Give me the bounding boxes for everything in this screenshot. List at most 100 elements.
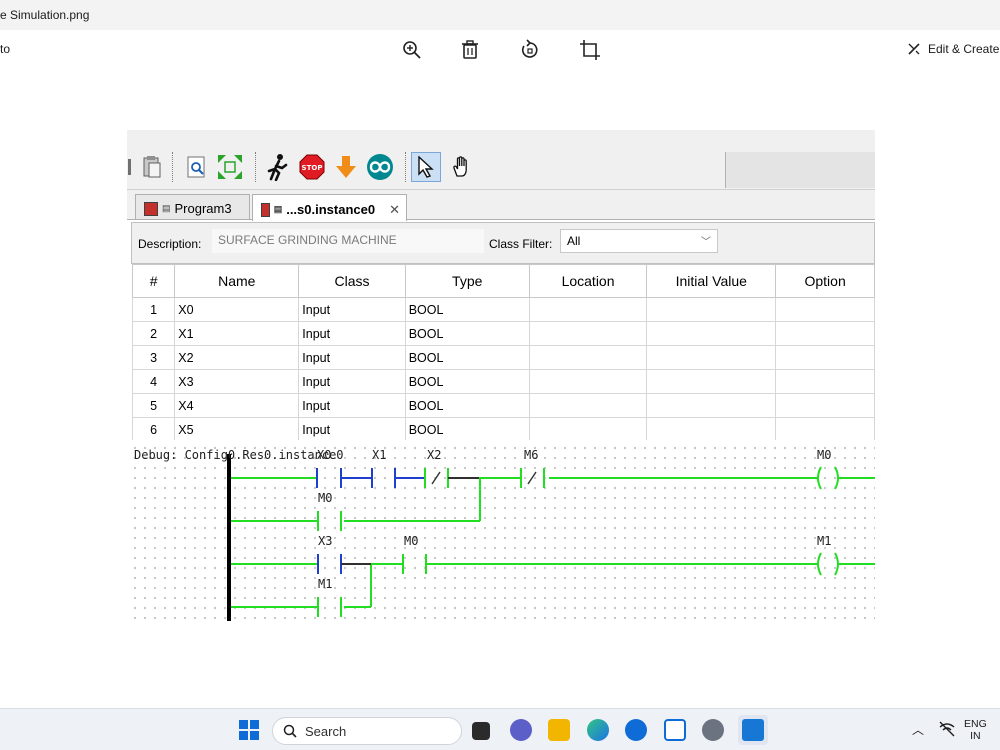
var-initial-value[interactable]: [646, 417, 777, 442]
tab-instance0[interactable]: ▤ ...s0.instance0 ✕: [252, 194, 407, 221]
ide-toolbar: STOP: [127, 130, 875, 190]
rotate-icon[interactable]: [518, 38, 542, 62]
var-type[interactable]: BOOL: [404, 297, 530, 322]
table-row[interactable]: 1 X0 Input BOOL: [131, 297, 875, 322]
var-option[interactable]: [775, 417, 875, 442]
windows-start-icon[interactable]: [239, 720, 259, 745]
label-m6: M6: [524, 448, 538, 462]
var-option[interactable]: [775, 345, 875, 370]
row-number: 1: [131, 297, 176, 322]
var-class[interactable]: Input: [298, 321, 406, 346]
zoom-in-icon[interactable]: [400, 38, 424, 62]
hand-tool-icon[interactable]: [447, 152, 477, 182]
var-name[interactable]: X3: [174, 369, 300, 394]
table-row[interactable]: 3 X2 Input BOOL: [131, 345, 875, 370]
column-header[interactable]: Type: [404, 264, 530, 298]
label-m1-seal: M1: [318, 577, 332, 591]
fullscreen-icon[interactable]: [215, 152, 245, 182]
var-name[interactable]: X4: [174, 393, 300, 418]
var-class[interactable]: Input: [298, 345, 406, 370]
var-initial-value[interactable]: [646, 369, 777, 394]
task-view-icon[interactable]: [472, 722, 490, 740]
var-initial-value[interactable]: [646, 345, 777, 370]
var-initial-value[interactable]: [646, 297, 777, 322]
file-explorer-icon[interactable]: [548, 719, 570, 741]
var-location[interactable]: [528, 393, 648, 418]
var-location[interactable]: [528, 369, 648, 394]
table-row[interactable]: 2 X1 Input BOOL: [131, 321, 875, 346]
teams-chat-icon[interactable]: [510, 719, 532, 741]
table-row[interactable]: 6 X5 Input BOOL: [131, 417, 875, 442]
coil-m1[interactable]: [817, 552, 839, 576]
var-initial-value[interactable]: [646, 321, 777, 346]
var-initial-value[interactable]: [646, 393, 777, 418]
var-type[interactable]: BOOL: [404, 345, 530, 370]
language-line-2: IN: [970, 730, 981, 742]
stop-icon[interactable]: STOP: [297, 152, 327, 182]
var-option[interactable]: [775, 297, 875, 322]
class-filter-select[interactable]: All ﹀: [560, 229, 718, 253]
chevron-up-icon[interactable]: ︿: [912, 721, 924, 738]
row-number: 2: [131, 321, 176, 346]
language-indicator[interactable]: ENG IN: [964, 718, 987, 742]
tab-close-icon[interactable]: ✕: [389, 202, 400, 218]
contact-m0-seal[interactable]: [317, 511, 342, 531]
find-icon[interactable]: [182, 152, 212, 182]
var-type[interactable]: BOOL: [404, 417, 530, 442]
var-option[interactable]: [775, 393, 875, 418]
column-header[interactable]: #: [131, 264, 176, 298]
var-class[interactable]: Input: [298, 417, 406, 442]
var-name[interactable]: X1: [174, 321, 300, 346]
contact-x0[interactable]: [316, 468, 372, 488]
contact-x2-nc[interactable]: [424, 468, 479, 488]
cut-icon[interactable]: [127, 152, 133, 182]
column-header[interactable]: Name: [174, 264, 300, 298]
var-type[interactable]: BOOL: [404, 393, 530, 418]
var-location[interactable]: [528, 345, 648, 370]
contact-x1[interactable]: [371, 468, 425, 488]
ladder-diagram[interactable]: Debug: Config0.Res0.instance0 X0 X1 X2 M…: [127, 440, 875, 621]
download-icon[interactable]: [331, 152, 361, 182]
contact-m6-nc[interactable]: [520, 468, 545, 488]
help-icon[interactable]: [625, 719, 647, 741]
contact-m0[interactable]: [402, 554, 427, 574]
contact-m1-seal[interactable]: [317, 597, 342, 617]
var-class[interactable]: Input: [298, 393, 406, 418]
column-header[interactable]: Class: [298, 264, 406, 298]
pointer-tool-icon[interactable]: [411, 152, 441, 182]
settings-gear-icon[interactable]: [702, 719, 724, 741]
var-class[interactable]: Input: [298, 369, 406, 394]
var-class[interactable]: Input: [298, 297, 406, 322]
snipping-tool-icon[interactable]: [664, 719, 686, 741]
contact-x3[interactable]: [317, 554, 371, 574]
var-location[interactable]: [528, 417, 648, 442]
edit-create-button[interactable]: Edit & Create: [906, 41, 999, 57]
delete-icon[interactable]: [458, 38, 482, 62]
var-name[interactable]: X2: [174, 345, 300, 370]
photos-app-icon[interactable]: [738, 715, 768, 745]
arduino-icon[interactable]: [365, 152, 395, 182]
edge-icon[interactable]: [587, 719, 609, 741]
var-option[interactable]: [775, 369, 875, 394]
table-row[interactable]: 5 X4 Input BOOL: [131, 393, 875, 418]
paste-icon[interactable]: [137, 152, 167, 182]
var-type[interactable]: BOOL: [404, 369, 530, 394]
network-off-icon[interactable]: [938, 721, 956, 742]
taskbar-search[interactable]: Search: [272, 717, 462, 745]
var-location[interactable]: [528, 321, 648, 346]
var-name[interactable]: X5: [174, 417, 300, 442]
crop-icon[interactable]: [578, 38, 602, 62]
column-header[interactable]: Initial Value: [646, 264, 777, 298]
var-name[interactable]: X0: [174, 297, 300, 322]
var-location[interactable]: [528, 297, 648, 322]
var-type[interactable]: BOOL: [404, 321, 530, 346]
var-option[interactable]: [775, 321, 875, 346]
tab-program3[interactable]: ▤ Program3: [135, 194, 250, 219]
column-header[interactable]: Option: [775, 264, 875, 298]
tab-label: ...s0.instance0: [286, 202, 376, 217]
description-field[interactable]: SURFACE GRINDING MACHINE: [212, 229, 484, 253]
column-header[interactable]: Location: [528, 264, 648, 298]
run-icon[interactable]: [263, 152, 293, 182]
table-row[interactable]: 4 X3 Input BOOL: [131, 369, 875, 394]
coil-m0[interactable]: [817, 466, 839, 490]
